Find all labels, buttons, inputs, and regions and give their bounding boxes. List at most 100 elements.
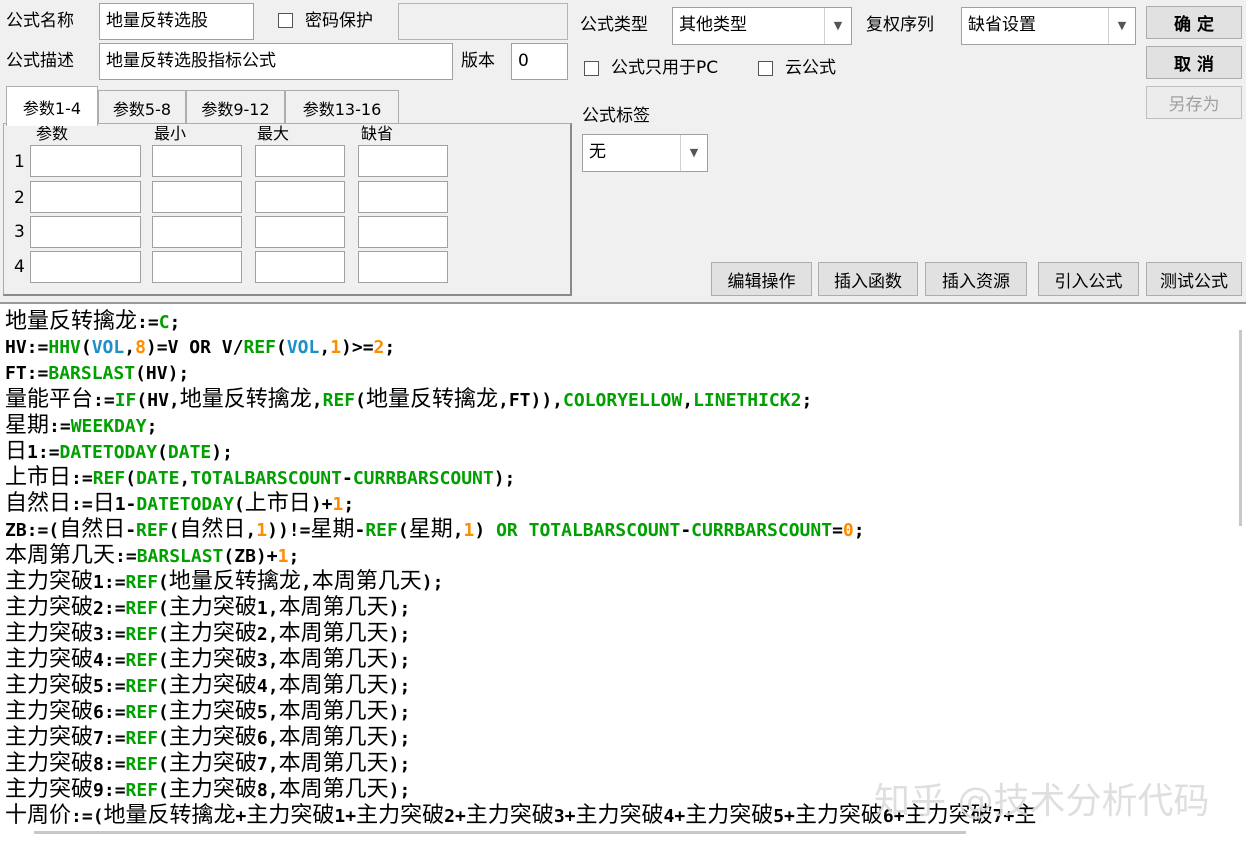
code-token: 本周第几天 — [311, 569, 422, 594]
tab-params-1-4[interactable]: 参数1-4 — [6, 86, 98, 126]
code-line: 主力突破6:=REF(主力突破5,本周第几天); — [5, 699, 1036, 725]
tab-params-9-12[interactable]: 参数9-12 — [186, 90, 285, 124]
code-token: 1:= — [93, 572, 126, 593]
code-token: + — [235, 806, 247, 827]
param-4-name[interactable] — [30, 251, 141, 283]
code-token: 主力突破 — [168, 699, 257, 724]
code-token: 8, — [256, 780, 279, 801]
code-token: 主力突破 — [465, 803, 554, 828]
code-token: CURRBARSCOUNT — [352, 468, 494, 489]
cancel-button[interactable]: 取 消 — [1146, 46, 1242, 79]
password-checkbox[interactable] — [278, 13, 293, 28]
code-token: REF — [125, 572, 159, 593]
code-token: 地量反转擒龙 — [179, 387, 312, 412]
code-token: REF — [92, 468, 126, 489]
code-line: 星期:=WEEKDAY; — [5, 413, 1036, 439]
code-token: 4, — [256, 676, 279, 697]
code-editor[interactable]: 地量反转擒龙:=C; HV:=HHV(VOL,8)=V OR V/REF(VOL,… — [0, 302, 1246, 849]
formula-desc-input[interactable]: 地量反转选股指标公式 — [99, 43, 453, 80]
code-token: 主力突破 — [168, 595, 257, 620]
formula-type-value: 其他类型 — [679, 15, 747, 35]
save-as-button[interactable]: 另存为 — [1146, 86, 1242, 119]
code-token: BARSLAST — [136, 546, 224, 567]
code-token: DATE — [167, 442, 212, 463]
param-3-min[interactable] — [152, 216, 242, 248]
code-token: REF — [125, 702, 159, 723]
chevron-down-icon[interactable]: ▼ — [680, 135, 707, 171]
code-token: 上市日 — [5, 465, 72, 490]
param-3-default[interactable] — [358, 216, 448, 248]
code-token: HV:= — [5, 337, 49, 358]
code-token: 本周第几天 — [278, 621, 389, 646]
code-token: 本周第几天 — [278, 647, 389, 672]
code-token: 主力突破 — [168, 777, 257, 802]
code-token: ; — [146, 416, 158, 437]
formula-type-select[interactable]: 其他类型 ▼ — [672, 7, 852, 45]
formula-name-input[interactable]: 地量反转选股 — [99, 3, 254, 40]
code-token: LINETHICK2 — [693, 390, 802, 411]
test-formula-button[interactable]: 测试公式 — [1146, 262, 1242, 296]
code-line: HV:=HHV(VOL,8)=V OR V/REF(VOL,1)>=2; — [5, 335, 1036, 361]
version-label: 版本 — [461, 51, 495, 71]
code-token: ( — [397, 520, 409, 541]
param-header-default: 缺省 — [361, 124, 394, 143]
param-4-default[interactable] — [358, 251, 448, 283]
code-token: DATETODAY — [136, 494, 234, 515]
code-token: , — [124, 337, 136, 358]
code-token: ; — [384, 337, 396, 358]
code-token: 主力突破 — [5, 621, 94, 646]
param-3-name[interactable] — [30, 216, 141, 248]
tab-params-5-8[interactable]: 参数5-8 — [98, 90, 186, 124]
horizontal-scrollbar[interactable] — [34, 831, 966, 834]
code-text[interactable]: 地量反转擒龙:=C; HV:=HHV(VOL,8)=V OR V/REF(VOL,… — [5, 309, 1036, 829]
code-token: ); — [388, 702, 411, 723]
code-token: ( — [158, 702, 169, 723]
param-4-min[interactable] — [152, 251, 242, 283]
import-formula-button[interactable]: 引入公式 — [1038, 262, 1139, 296]
code-token: 5, — [256, 702, 279, 723]
formula-tag-select[interactable]: 无 ▼ — [582, 134, 708, 172]
code-line: ZB:=(自然日-REF(自然日,1))!=星期-REF(星期,1) OR TO… — [5, 517, 1036, 543]
insert-function-button[interactable]: 插入函数 — [818, 262, 918, 296]
code-token: )+ — [310, 494, 333, 515]
param-2-max[interactable] — [255, 181, 345, 213]
code-token: 主力突破 — [246, 803, 335, 828]
version-input[interactable]: 0 — [511, 43, 568, 80]
code-token: 主力突破 — [5, 751, 94, 776]
param-2-min[interactable] — [152, 181, 242, 213]
vertical-scrollbar[interactable] — [1239, 330, 1242, 526]
code-token: 本周第几天 — [278, 699, 389, 724]
param-4-max[interactable] — [255, 251, 345, 283]
code-token: DATE — [136, 468, 180, 489]
ok-button[interactable]: 确 定 — [1146, 6, 1242, 39]
chevron-down-icon[interactable]: ▼ — [824, 8, 851, 44]
chevron-down-icon[interactable]: ▼ — [1108, 8, 1135, 44]
code-token: 地量反转擒龙 — [5, 309, 138, 334]
param-1-default[interactable] — [358, 145, 448, 177]
cloud-formula-checkbox[interactable] — [758, 61, 773, 76]
param-3-max[interactable] — [255, 216, 345, 248]
adjust-seq-select[interactable]: 缺省设置 ▼ — [961, 7, 1136, 45]
param-2-default[interactable] — [358, 181, 448, 213]
param-1-max[interactable] — [255, 145, 345, 177]
param-2-name[interactable] — [30, 181, 141, 213]
code-token: REF — [365, 520, 398, 541]
code-token: 主力突破 — [575, 803, 664, 828]
code-line: 自然日:=日1-DATETODAY(上市日)+1; — [5, 491, 1036, 517]
code-token: 主力突破 — [5, 647, 94, 672]
pc-only-checkbox[interactable] — [584, 61, 599, 76]
code-token: 主力突破 — [168, 751, 257, 776]
insert-resource-button[interactable]: 插入资源 — [925, 262, 1027, 296]
code-token: ; — [169, 312, 181, 333]
code-line: 主力突破4:=REF(主力突破3,本周第几天); — [5, 647, 1036, 673]
code-token: 4:= — [93, 650, 126, 671]
param-1-min[interactable] — [152, 145, 242, 177]
tab-params-13-16[interactable]: 参数13-16 — [285, 90, 399, 124]
param-1-name[interactable] — [30, 145, 141, 177]
code-token: ) — [474, 520, 497, 541]
edit-operations-button[interactable]: 编辑操作 — [711, 262, 812, 296]
code-token: TOTALBARSCOUNT — [190, 468, 342, 489]
code-token: 5:= — [93, 676, 126, 697]
code-token: = — [832, 520, 843, 541]
code-token: - — [341, 468, 353, 489]
